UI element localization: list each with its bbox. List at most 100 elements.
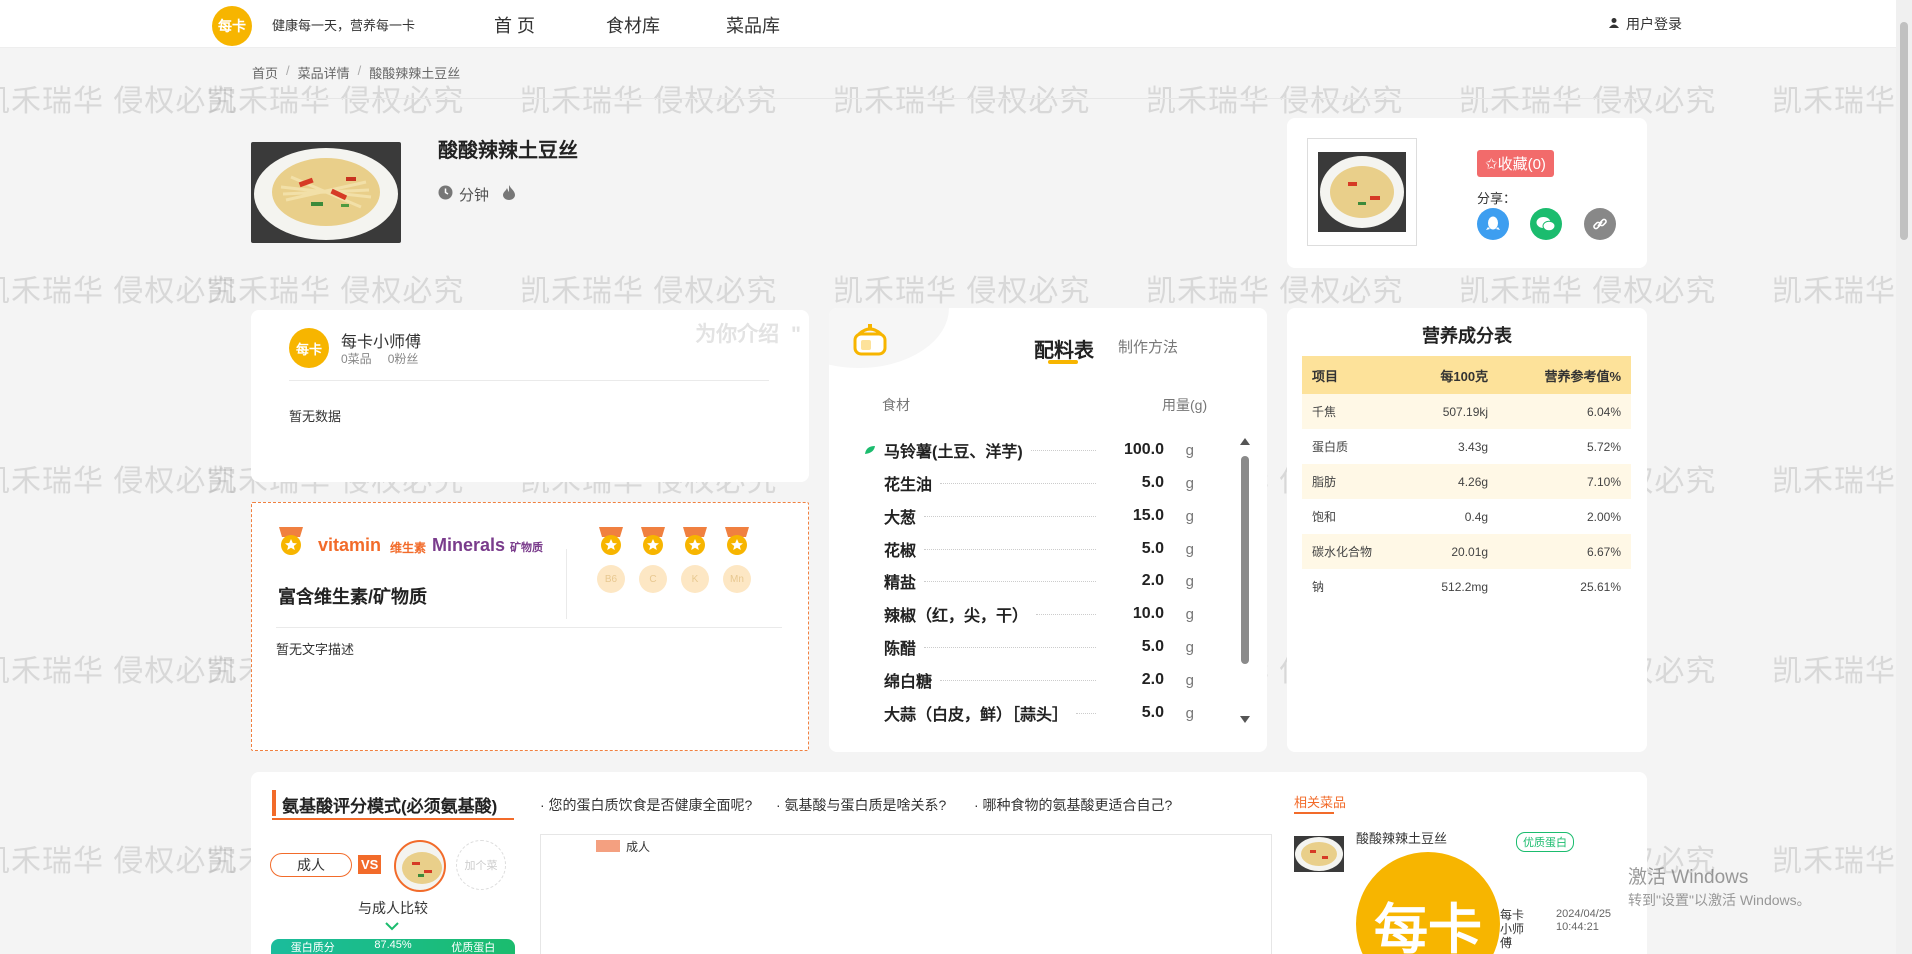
nutrient-badge: Mn xyxy=(723,565,751,593)
vs-label: VS xyxy=(358,855,382,874)
login-link[interactable]: 用户登录 xyxy=(1608,14,1682,34)
qq-share-icon[interactable] xyxy=(1477,208,1509,240)
scroll-down-arrow-icon[interactable] xyxy=(1240,716,1250,723)
adult-select-button[interactable]: 成人 xyxy=(270,853,352,877)
ingredient-amount: 2.0 xyxy=(1141,572,1164,589)
chevron-down-icon[interactable] xyxy=(385,918,399,936)
ingredient-amount: 100.0 xyxy=(1123,441,1164,458)
author-fan-count: 0粉丝 xyxy=(387,352,419,366)
amino-title-underline xyxy=(272,818,514,820)
ingredient-row: 精盐 2.0 g xyxy=(884,569,1194,593)
breadcrumb-separator: / xyxy=(286,63,290,78)
ingredient-name: 大葱 xyxy=(884,510,917,527)
user-icon xyxy=(1608,16,1620,32)
tab-active-indicator xyxy=(1048,360,1078,364)
nav-dish-library[interactable]: 菜品库 xyxy=(726,12,780,38)
medal-icon xyxy=(680,525,710,555)
compare-dish-avatar[interactable] xyxy=(394,840,446,892)
ingredient-name: 陈醋 xyxy=(884,641,917,658)
amino-question-link[interactable]: · 哪种食物的氨基酸更适合自己? xyxy=(974,795,1172,815)
related-dish-title[interactable]: 酸酸辣辣土豆丝 xyxy=(1356,828,1447,847)
nutrition-row: 饱和 0.4g 2.00% xyxy=(1302,499,1631,534)
nutrition-header-item: 项目 xyxy=(1302,356,1410,394)
ingredient-unit: g xyxy=(1185,572,1194,590)
add-dish-button[interactable]: 加个菜 xyxy=(456,840,506,890)
nutrient-name: 脂肪 xyxy=(1302,464,1410,499)
author-avatar[interactable]: 每卡 xyxy=(289,328,329,368)
row-leader xyxy=(1036,613,1096,615)
ingredient-amount: 5.0 xyxy=(1141,704,1164,721)
breadcrumb-separator: / xyxy=(357,63,362,78)
nav-home[interactable]: 首 页 xyxy=(494,12,535,38)
nutrition-table: 项目 每100克 营养参考值% 千焦 507.19kj 6.04% 蛋白质 3.… xyxy=(1302,356,1631,604)
related-dishes-label: 相关菜品 xyxy=(1294,795,1347,810)
ingredient-row: 陈醋 5.0 g xyxy=(884,635,1194,659)
nutrition-title: 营养成分表 xyxy=(1422,326,1512,346)
ingredient-row: 大葱 15.0 g xyxy=(884,504,1194,528)
amino-question-link[interactable]: · 氨基酸与蛋白质是啥关系? xyxy=(776,795,946,815)
clock-icon xyxy=(438,185,453,204)
ingredient-amount: 15.0 xyxy=(1132,507,1164,524)
nutrient-value: 3.43g xyxy=(1458,439,1489,454)
nutrient-percent: 6.67% xyxy=(1498,534,1631,569)
ingredient-row: 大蒜（白皮，鲜）［蒜头］ 5.0 g xyxy=(884,701,1194,725)
ingredient-unit: g xyxy=(1185,441,1194,459)
watermark: 凯禾瑞华 侵权必究 xyxy=(1772,845,1912,878)
medal-icon xyxy=(638,525,668,555)
ingredient-unit: g xyxy=(1185,540,1194,558)
tab-cooking-method[interactable]: 制作方法 xyxy=(1118,336,1178,357)
score-right-label: 优质蛋白 xyxy=(451,942,496,954)
vitamin-title: 富含维生素/矿物质 xyxy=(278,587,428,607)
author-name[interactable]: 每卡小师傅 xyxy=(341,328,421,352)
ingredient-amount: 2.0 xyxy=(1141,671,1164,688)
nav-ingredient-library[interactable]: 食材库 xyxy=(606,12,660,38)
quote-mark: " xyxy=(791,323,801,346)
minerals-cn-label: 矿物质 xyxy=(510,542,543,554)
favorite-button[interactable]: ✩收藏(0) xyxy=(1477,150,1554,177)
nutrient-percent: 7.10% xyxy=(1498,464,1631,499)
ingredient-name: 辣椒（红，尖，干） xyxy=(884,608,1029,625)
site-logo[interactable]: 每卡 xyxy=(212,6,252,46)
legend-swatch xyxy=(596,840,620,852)
minerals-label: Minerals xyxy=(432,535,506,555)
ingredients-corner-decoration xyxy=(829,308,949,368)
wechat-share-icon[interactable] xyxy=(1530,208,1562,240)
related-dish-thumbnail[interactable] xyxy=(1294,836,1344,872)
related-date: 2024/04/25 10:44:21 xyxy=(1556,908,1611,934)
nutrient-badge: B6 xyxy=(597,565,625,593)
nutrient-percent: 6.04% xyxy=(1498,394,1631,429)
tab-ingredients[interactable]: 配料表 xyxy=(1034,334,1094,363)
ingredient-name: 绵白糖 xyxy=(884,674,933,691)
watermark: 凯禾瑞华 侵权必究 xyxy=(207,275,465,308)
nutrient-name: 碳水化合物 xyxy=(1302,534,1410,569)
vitamin-mineral-card: vitamin 维生素 Minerals 矿物质 富含维生素/矿物质 B6 C … xyxy=(251,502,809,751)
related-time-text: 10:44:21 xyxy=(1556,921,1599,933)
watermark: 凯禾瑞华 侵权必究 xyxy=(0,655,238,688)
protein-score-bar: 蛋白质分 87.45% 优质蛋白 xyxy=(271,939,515,954)
ingredient-unit: g xyxy=(1185,605,1194,623)
dish-image xyxy=(251,142,401,243)
breadcrumb-home[interactable]: 首页 xyxy=(252,63,278,82)
medal-icon xyxy=(722,525,752,555)
ingredient-unit: g xyxy=(1185,507,1194,525)
watermark: 凯禾瑞华 侵权必究 xyxy=(1772,275,1912,308)
amino-title-accent xyxy=(272,790,276,816)
watermark: 凯禾瑞华 侵权必究 xyxy=(520,275,778,308)
amino-question-link[interactable]: · 您的蛋白质饮食是否健康全面呢? xyxy=(540,795,752,815)
link-share-icon[interactable] xyxy=(1584,208,1616,240)
ingredient-row: 花生油 5.0 g xyxy=(884,471,1194,495)
watermark: 凯禾瑞华 侵权必究 xyxy=(1772,655,1912,688)
legend-adult-label: 成人 xyxy=(626,840,651,854)
ingredient-column-header: 食材 xyxy=(882,397,910,413)
ingredient-row: 绵白糖 2.0 g xyxy=(884,668,1194,692)
scrollbar-thumb[interactable] xyxy=(1241,456,1249,664)
page-scrollbar-thumb[interactable] xyxy=(1900,22,1908,240)
breadcrumb-divider xyxy=(252,98,1648,99)
breadcrumb-dish-detail[interactable]: 菜品详情 xyxy=(298,63,350,82)
related-underline xyxy=(1294,812,1334,814)
scroll-up-arrow-icon[interactable] xyxy=(1240,438,1250,445)
nutrition-row: 碳水化合物 20.01g 6.67% xyxy=(1302,534,1631,569)
vitamin-cn-label: 维生素 xyxy=(390,541,427,555)
nutrition-row: 钠 512.2mg 25.61% xyxy=(1302,569,1631,604)
nutrition-header-row: 项目 每100克 营养参考值% xyxy=(1302,356,1631,394)
